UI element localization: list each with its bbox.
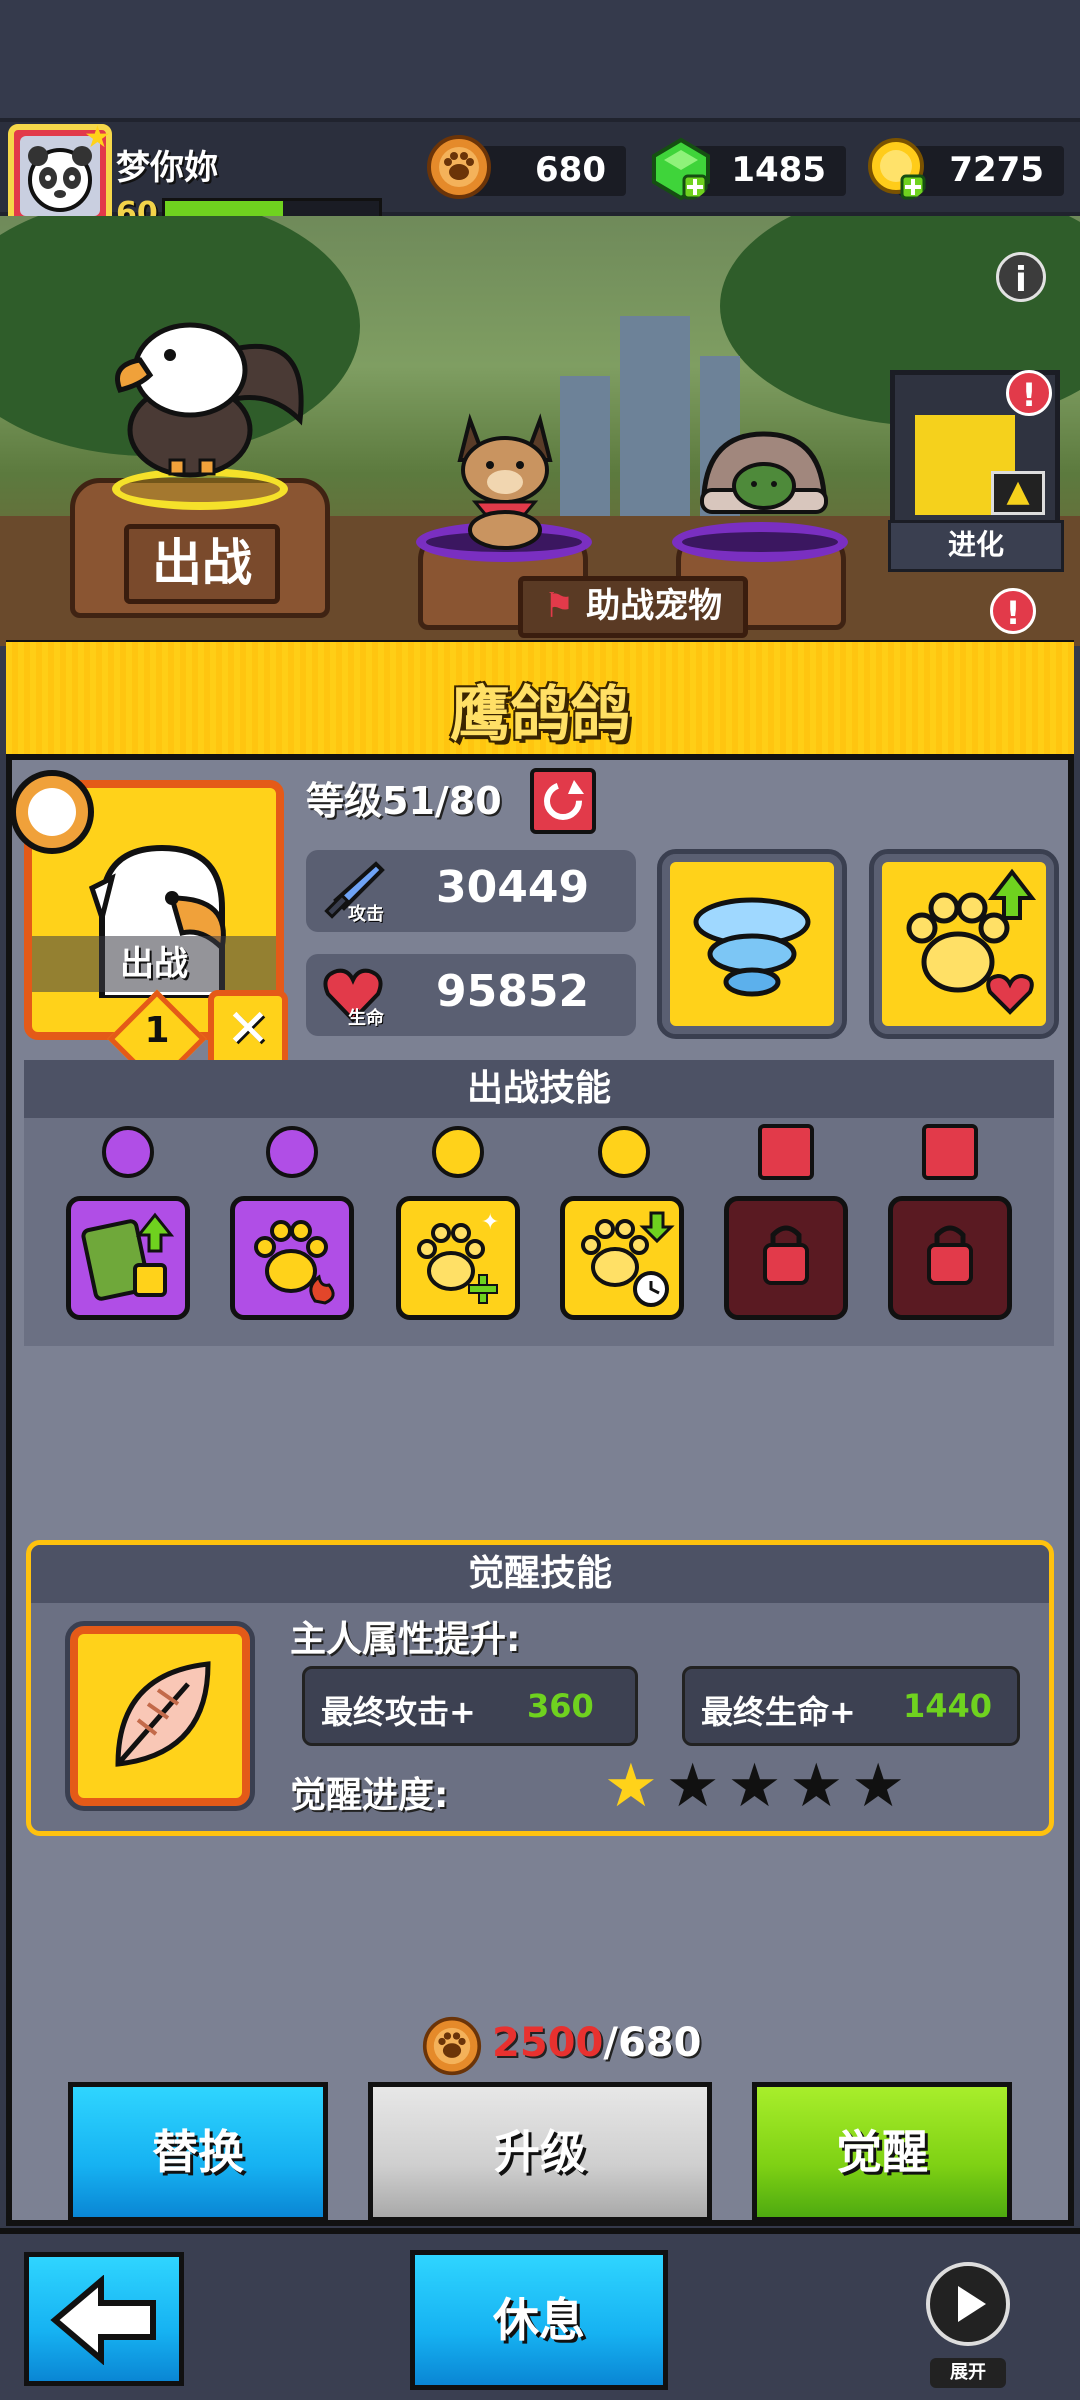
arrow-up-icon: ▲	[991, 471, 1045, 515]
assist-pets-sign[interactable]: ⚑ 助战宠物	[518, 576, 748, 638]
awaken-skill-icon-button[interactable]	[65, 1621, 255, 1811]
attack-value: 30449	[436, 862, 590, 913]
replace-button[interactable]: 替换	[68, 2082, 328, 2222]
currency-value: 7275	[949, 150, 1044, 190]
paw-coin-icon	[427, 135, 491, 199]
owner-boost-label: 主人属性提升:	[290, 1619, 521, 1660]
paw-plus-icon: ✦	[417, 1210, 499, 1304]
star-empty-icon: ★	[789, 1751, 844, 1821]
awaken-title: 觉醒技能	[31, 1545, 1049, 1603]
star-filled-icon: ★	[604, 1751, 658, 1821]
reset-button[interactable]	[530, 768, 596, 834]
paw-fire-icon	[254, 1220, 335, 1305]
rotate-icon	[432, 1126, 484, 1178]
final-attack-box: 最终攻击+ 360	[302, 1666, 638, 1746]
evolve-alert-icon: !	[1006, 370, 1052, 416]
unequip-button[interactable]: ✕	[208, 990, 288, 1070]
upgrade-cost: 2500/680	[492, 2020, 701, 2066]
svg-text:✦: ✦	[481, 1210, 499, 1235]
play-button[interactable]	[926, 2262, 1010, 2346]
hp-stat: 生命 95852	[306, 954, 636, 1036]
rotate-icon	[598, 1126, 650, 1178]
paw-boost-skill-button[interactable]	[869, 849, 1059, 1039]
awaken-stars: ★ ★ ★ ★ ★	[604, 1756, 944, 1826]
expand-label[interactable]: 展开	[930, 2358, 1006, 2388]
attack-stat: 攻击 30449	[306, 850, 636, 932]
vip-star-icon: ★	[84, 120, 111, 155]
paw-coin-icon	[422, 2016, 482, 2076]
evolve-label[interactable]: 进化	[888, 520, 1064, 572]
cost-owned: 680	[617, 2020, 702, 2066]
tornado-skill-button[interactable]	[657, 849, 847, 1039]
play-icon	[958, 2286, 986, 2322]
final-hp-label: 最终生命+	[701, 1693, 856, 1731]
star-empty-icon: ★	[851, 1751, 905, 1821]
assist-pets-label: 助战宠物	[586, 586, 723, 626]
awaken-progress-label: 觉醒进度:	[290, 1775, 449, 1816]
paw-clock-icon	[581, 1211, 675, 1307]
locked-skill-icon	[763, 1225, 809, 1285]
final-hp-box: 最终生命+ 1440	[682, 1666, 1020, 1746]
battle-skill-slot-3[interactable]: ✦	[396, 1196, 520, 1320]
lock-icon	[758, 1124, 814, 1180]
star-empty-icon: ★	[727, 1751, 782, 1821]
star-empty-icon: ★	[665, 1751, 720, 1821]
locked-skill-icon	[927, 1225, 973, 1285]
hp-value: 95852	[436, 966, 590, 1017]
currency-value: 1485	[731, 150, 826, 190]
pet-level-text: 等级51/80	[306, 779, 502, 823]
pet-card-status: 出战	[32, 936, 276, 992]
deploy-sign[interactable]: 出战	[124, 524, 280, 604]
card-upgrade-icon	[81, 1212, 175, 1301]
final-attack-value: 360	[527, 1687, 594, 1725]
final-attack-label: 最终攻击+	[321, 1693, 476, 1731]
cost-separator: /	[603, 2020, 618, 2066]
paw-upgrade-icon	[906, 868, 1037, 1015]
back-arrow-icon	[50, 2274, 156, 2366]
pet-name: 鹰鸽鸽	[450, 680, 630, 750]
gold-coin-icon[interactable]	[866, 136, 932, 202]
status-strip	[0, 0, 1080, 118]
player-name: 梦你妳	[116, 148, 218, 188]
battle-skills-title: 出战技能	[24, 1060, 1054, 1118]
lock-icon	[922, 1124, 978, 1180]
rotate-icon	[266, 1126, 318, 1178]
element-badge-icon	[10, 770, 94, 854]
eagle-pet-icon[interactable]	[80, 310, 320, 480]
rest-button[interactable]: 休息	[410, 2250, 668, 2390]
pet-name-banner: 鹰鸽鸽	[6, 642, 1074, 760]
feather-icon	[115, 1661, 211, 1767]
battle-skill-slot-5-locked[interactable]	[724, 1196, 848, 1320]
city-building	[620, 316, 690, 516]
upgrade-button[interactable]: 升级	[368, 2082, 712, 2222]
battle-skill-slot-6-locked[interactable]	[888, 1196, 1012, 1320]
info-button[interactable]: i	[996, 252, 1046, 302]
green-gem-icon[interactable]	[648, 136, 714, 202]
rotate-icon	[102, 1126, 154, 1178]
attack-label: 攻击	[348, 904, 384, 925]
cost-required: 2500	[492, 2020, 604, 2066]
alert-icon: !	[990, 588, 1036, 634]
hp-label: 生命	[348, 1008, 384, 1029]
currency-value: 680	[535, 150, 606, 190]
battle-skill-slot-1[interactable]	[66, 1196, 190, 1320]
refresh-icon	[544, 780, 584, 820]
turtle-pet-icon[interactable]	[694, 424, 834, 534]
battle-skill-slot-2[interactable]	[230, 1196, 354, 1320]
final-hp-value: 1440	[903, 1687, 993, 1725]
dog-pet-icon[interactable]	[440, 410, 570, 550]
back-button[interactable]	[24, 2252, 184, 2386]
battle-skill-slot-4[interactable]	[560, 1196, 684, 1320]
tornado-icon	[693, 897, 811, 997]
flag-icon: ⚑	[543, 586, 575, 626]
awaken-button[interactable]: 觉醒	[752, 2082, 1012, 2222]
